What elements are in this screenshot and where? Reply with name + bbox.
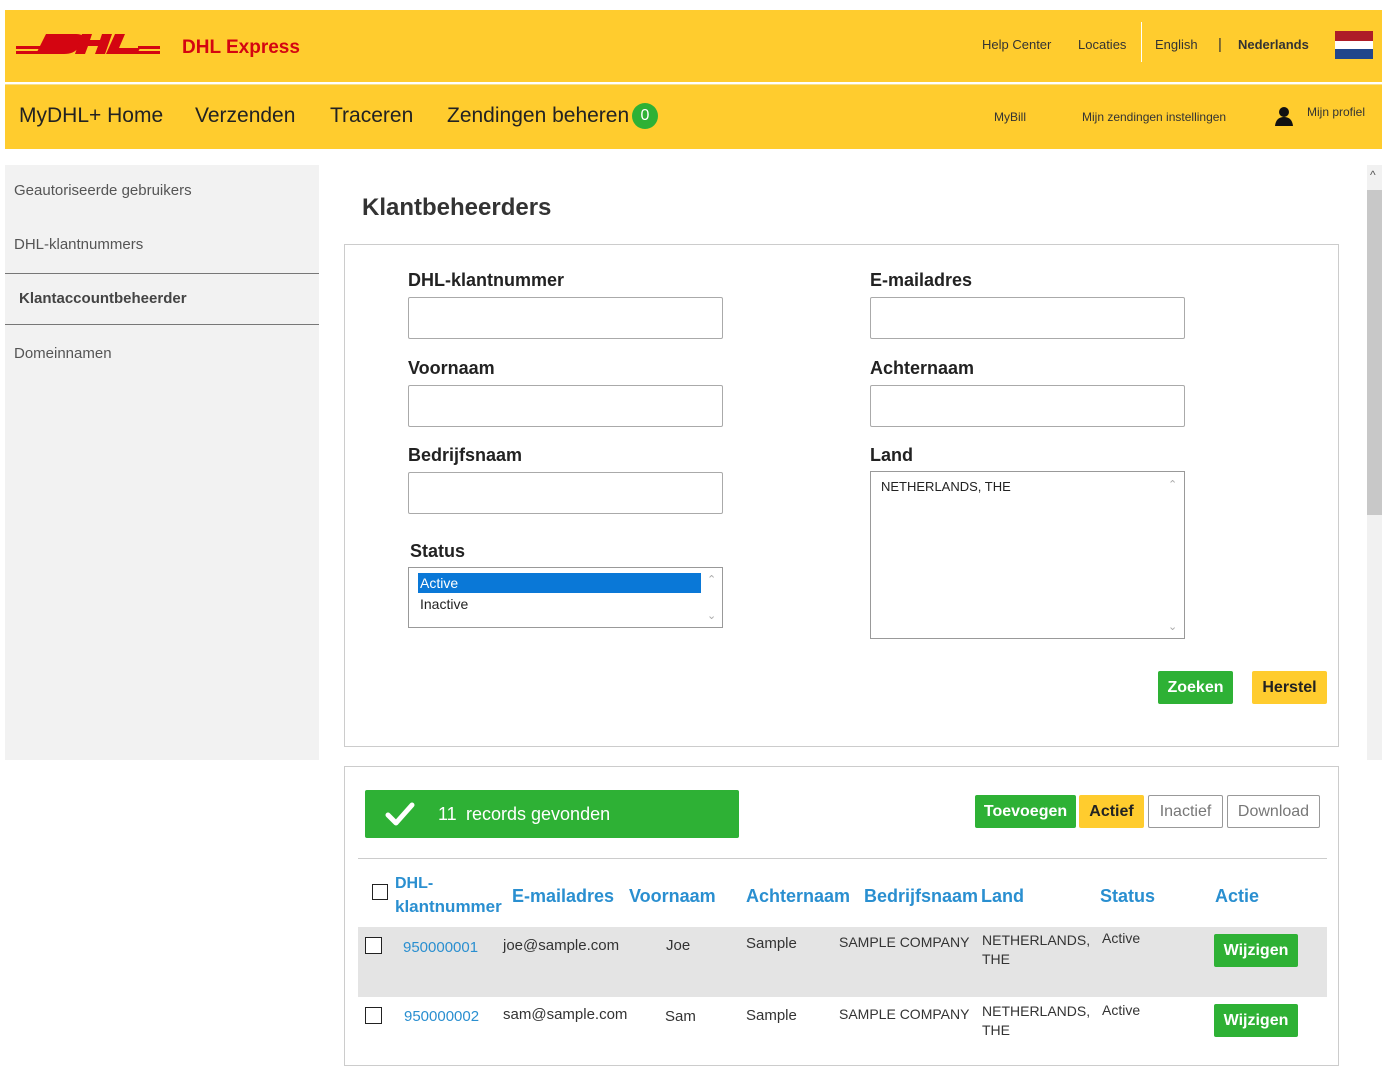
- email-label: E-mailadres: [870, 270, 973, 290]
- nav-mybill[interactable]: MyBill: [994, 110, 1026, 124]
- sidebar-item-domain-names[interactable]: Domeinnamen: [14, 345, 112, 362]
- row-email: joe@sample.com: [503, 937, 620, 954]
- language-separator: |: [1218, 36, 1222, 53]
- divider: [5, 273, 319, 274]
- scroll-up-icon[interactable]: ⌃: [707, 573, 716, 586]
- row-email: sam@sample.com: [503, 1006, 628, 1023]
- status-option-inactive[interactable]: Inactive: [420, 596, 468, 612]
- row-first-name: Sam: [665, 1008, 696, 1025]
- status-option-active[interactable]: Active: [418, 573, 701, 593]
- checkmark-icon: [385, 802, 415, 826]
- netherlands-flag-icon[interactable]: [1335, 31, 1373, 59]
- column-header-action: Actie: [1215, 886, 1260, 906]
- divider: [1141, 22, 1142, 62]
- scroll-up-icon[interactable]: ⌃: [1168, 478, 1177, 491]
- column-header-account[interactable]: klantnummer: [395, 897, 502, 917]
- first-name-input[interactable]: [408, 385, 723, 427]
- account-number-input[interactable]: [408, 297, 723, 339]
- account-number-label: DHL-klantnummer: [408, 270, 565, 290]
- row-checkbox[interactable]: [365, 937, 382, 954]
- brand-name: DHL Express: [182, 37, 300, 58]
- country-option[interactable]: NETHERLANDS, THE: [881, 479, 1011, 494]
- row-checkbox[interactable]: [365, 1007, 382, 1024]
- shipments-count-badge: 0: [632, 103, 658, 129]
- nav-home[interactable]: MyDHL+ Home: [19, 104, 163, 128]
- column-header-country[interactable]: Land: [981, 886, 1024, 907]
- column-header-status[interactable]: Status: [1100, 886, 1155, 907]
- row-company: SAMPLE COMPANY: [839, 934, 970, 950]
- scroll-up-icon[interactable]: ^: [1370, 168, 1376, 182]
- row-country: THE: [982, 1022, 1010, 1038]
- country-label: Land: [870, 445, 913, 465]
- dhl-logo[interactable]: [16, 26, 160, 58]
- records-count: 11: [438, 804, 457, 824]
- sidebar-item-authorized-users[interactable]: Geautoriseerde gebruikers: [14, 182, 192, 199]
- row-country: NETHERLANDS,: [982, 1003, 1091, 1019]
- scroll-down-icon[interactable]: ⌄: [707, 609, 716, 622]
- nav-shipment-settings[interactable]: Mijn zendingen instellingen: [1082, 110, 1226, 124]
- row-last-name: Sample: [746, 1007, 797, 1024]
- nav-track[interactable]: Traceren: [330, 104, 413, 128]
- divider: [5, 324, 319, 325]
- nav-send[interactable]: Verzenden: [195, 104, 295, 128]
- row-status: Active: [1102, 1002, 1141, 1018]
- email-input[interactable]: [870, 297, 1185, 339]
- activate-button[interactable]: Actief: [1079, 795, 1144, 828]
- select-all-checkbox[interactable]: [372, 884, 388, 900]
- sidebar-item-account-admin[interactable]: Klantaccountbeheerder: [19, 290, 187, 307]
- row-company: SAMPLE COMPANY: [839, 1006, 970, 1022]
- nav-manage-shipments[interactable]: Zendingen beheren: [447, 104, 629, 128]
- company-name-input[interactable]: [408, 472, 723, 514]
- row-last-name: Sample: [746, 935, 797, 952]
- page-title: Klantbeheerders: [362, 194, 552, 221]
- records-found-text: records gevonden: [466, 804, 611, 824]
- first-name-label: Voornaam: [408, 358, 495, 378]
- edit-button[interactable]: Wijzigen: [1214, 934, 1298, 967]
- country-listbox[interactable]: [870, 471, 1185, 639]
- row-status: Active: [1102, 930, 1141, 946]
- column-header-first-name[interactable]: Voornaam: [629, 886, 716, 907]
- download-button[interactable]: Download: [1227, 795, 1320, 828]
- account-number-link[interactable]: 950000001: [403, 939, 478, 956]
- search-button[interactable]: Zoeken: [1158, 671, 1233, 704]
- company-name-label: Bedrijfsnaam: [408, 445, 523, 465]
- row-country: NETHERLANDS,: [982, 932, 1091, 948]
- sidebar-item-account-numbers[interactable]: DHL-klantnummers: [14, 236, 143, 253]
- language-english-link[interactable]: English: [1155, 37, 1198, 52]
- deactivate-button[interactable]: Inactief: [1148, 795, 1223, 828]
- user-icon[interactable]: [1275, 106, 1293, 126]
- column-header-company[interactable]: Bedrijfsnaam: [864, 886, 978, 907]
- edit-button[interactable]: Wijzigen: [1214, 1004, 1298, 1037]
- add-button[interactable]: Toevoegen: [975, 795, 1076, 828]
- column-header-account[interactable]: DHL-: [395, 875, 433, 893]
- scroll-down-icon[interactable]: ⌄: [1168, 620, 1177, 633]
- language-dutch-link[interactable]: Nederlands: [1238, 37, 1309, 52]
- column-header-email[interactable]: E-mailadres: [512, 886, 614, 907]
- sidebar: [5, 165, 319, 760]
- account-number-link[interactable]: 950000002: [404, 1008, 479, 1025]
- last-name-label: Achternaam: [870, 358, 975, 378]
- help-center-link[interactable]: Help Center: [982, 37, 1051, 52]
- row-country: THE: [982, 951, 1010, 967]
- scrollbar-thumb[interactable]: [1367, 190, 1382, 515]
- locations-link[interactable]: Locaties: [1078, 37, 1126, 52]
- reset-button[interactable]: Herstel: [1252, 671, 1327, 704]
- status-label: Status: [410, 541, 466, 561]
- column-header-last-name[interactable]: Achternaam: [746, 886, 850, 907]
- nav-my-profile[interactable]: Mijn profiel: [1307, 105, 1365, 119]
- divider: [358, 858, 1327, 859]
- row-first-name: Joe: [666, 937, 691, 954]
- last-name-input[interactable]: [870, 385, 1185, 427]
